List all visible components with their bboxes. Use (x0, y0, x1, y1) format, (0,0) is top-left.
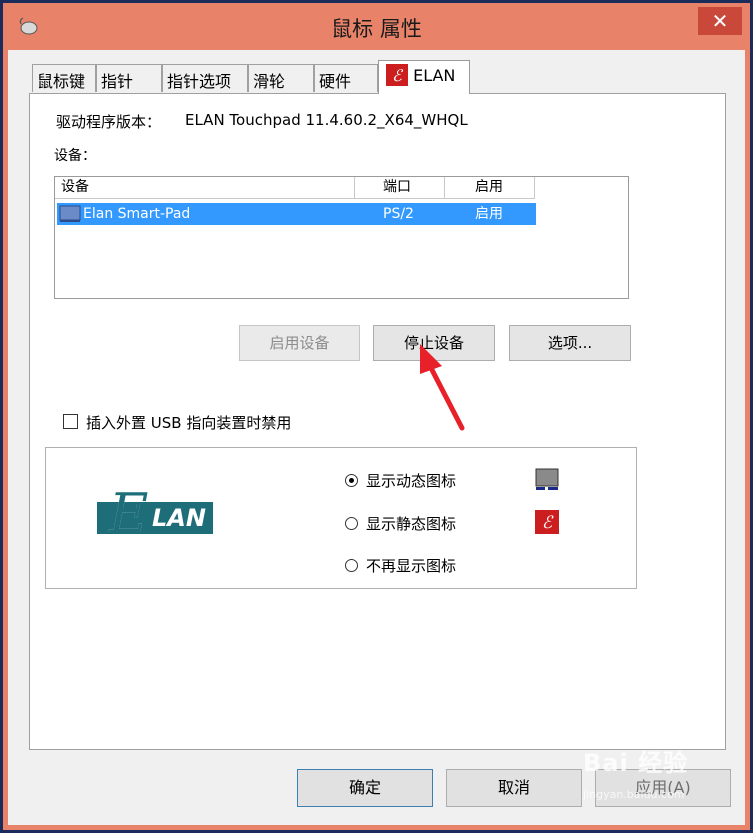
enable-device-button[interactable]: 启用设备 (239, 325, 360, 361)
disable-on-usb-checkbox[interactable] (63, 414, 78, 429)
tray-icon-group: E LAN 显示动态图标 显示静态图标 ℰ 不再显示图标 (45, 447, 637, 589)
elan-tab-panel: 驱动程序版本： ELAN Touchpad 11.4.60.2_X64_WHQL… (29, 93, 726, 750)
options-button[interactable]: 选项... (509, 325, 631, 361)
window-title: 鼠标 属性 (331, 17, 422, 41)
radio-no-icon-label: 不再显示图标 (366, 557, 457, 575)
static-elan-icon: ℰ (535, 510, 559, 534)
devices-label: 设备： (54, 148, 96, 164)
device-icon (59, 205, 81, 222)
dialog-body: 鼠标键 指针 指针选项 滑轮 硬件 ℰ ELAN 驱动程序版本： ELAN To… (8, 50, 745, 825)
close-icon[interactable]: ✕ (698, 7, 742, 35)
driver-version-value: ELAN Touchpad 11.4.60.2_X64_WHQL (185, 111, 468, 129)
elan-tab-icon: ℰ (386, 64, 408, 86)
elan-logo-text: LAN (152, 504, 206, 532)
column-header-device[interactable]: 设备 (55, 177, 355, 199)
mouse-properties-window: 鼠标 属性 ✕ 鼠标键 指针 指针选项 滑轮 硬件 ℰ ELAN 驱动程序版本：… (0, 0, 753, 833)
elan-logo-letter: E (109, 482, 149, 545)
device-enabled-cell: 启用 (475, 206, 503, 222)
tab-pointer[interactable]: 指针 (96, 64, 162, 92)
device-name-cell: Elan Smart-Pad (83, 206, 191, 222)
radio-static-icon-label: 显示静态图标 (366, 515, 457, 533)
radio-no-icon[interactable] (345, 559, 358, 572)
tab-elan[interactable]: ℰ ELAN (378, 60, 470, 94)
disable-on-usb-label: 插入外置 USB 指向装置时禁用 (86, 414, 292, 432)
tab-mouse-buttons[interactable]: 鼠标键 (32, 64, 96, 92)
dynamic-icon-preview (535, 468, 559, 490)
watermark-url: jingyan.baidu.com (583, 788, 685, 801)
column-header-enabled[interactable]: 启用 (445, 177, 535, 199)
driver-version-label: 驱动程序版本： (56, 113, 162, 131)
red-arrow-annotation (420, 344, 465, 431)
tab-wheel[interactable]: 滑轮 (248, 64, 314, 92)
watermark: Bai 经验 (583, 749, 689, 777)
tab-elan-label: ELAN (413, 66, 456, 85)
elan-logo: E LAN (97, 482, 213, 560)
table-row[interactable]: Elan Smart-Pad PS/2 启用 (57, 203, 536, 225)
title-bar[interactable]: 鼠标 属性 ✕ (3, 3, 750, 55)
radio-dynamic-icon-label: 显示动态图标 (366, 472, 457, 490)
column-header-port[interactable]: 端口 (355, 177, 445, 199)
device-port-cell: PS/2 (383, 206, 414, 222)
ok-button[interactable]: 确定 (297, 769, 433, 807)
radio-dynamic-icon[interactable] (345, 474, 358, 487)
cancel-button[interactable]: 取消 (446, 769, 582, 807)
tab-hardware[interactable]: 硬件 (314, 64, 378, 92)
radio-static-icon[interactable] (345, 517, 358, 530)
device-list[interactable]: 设备 端口 启用 Elan Smart-Pad PS/2 启用 (54, 176, 629, 299)
svg-text:ℰ: ℰ (542, 513, 554, 533)
tab-pointer-options[interactable]: 指针选项 (162, 64, 248, 92)
